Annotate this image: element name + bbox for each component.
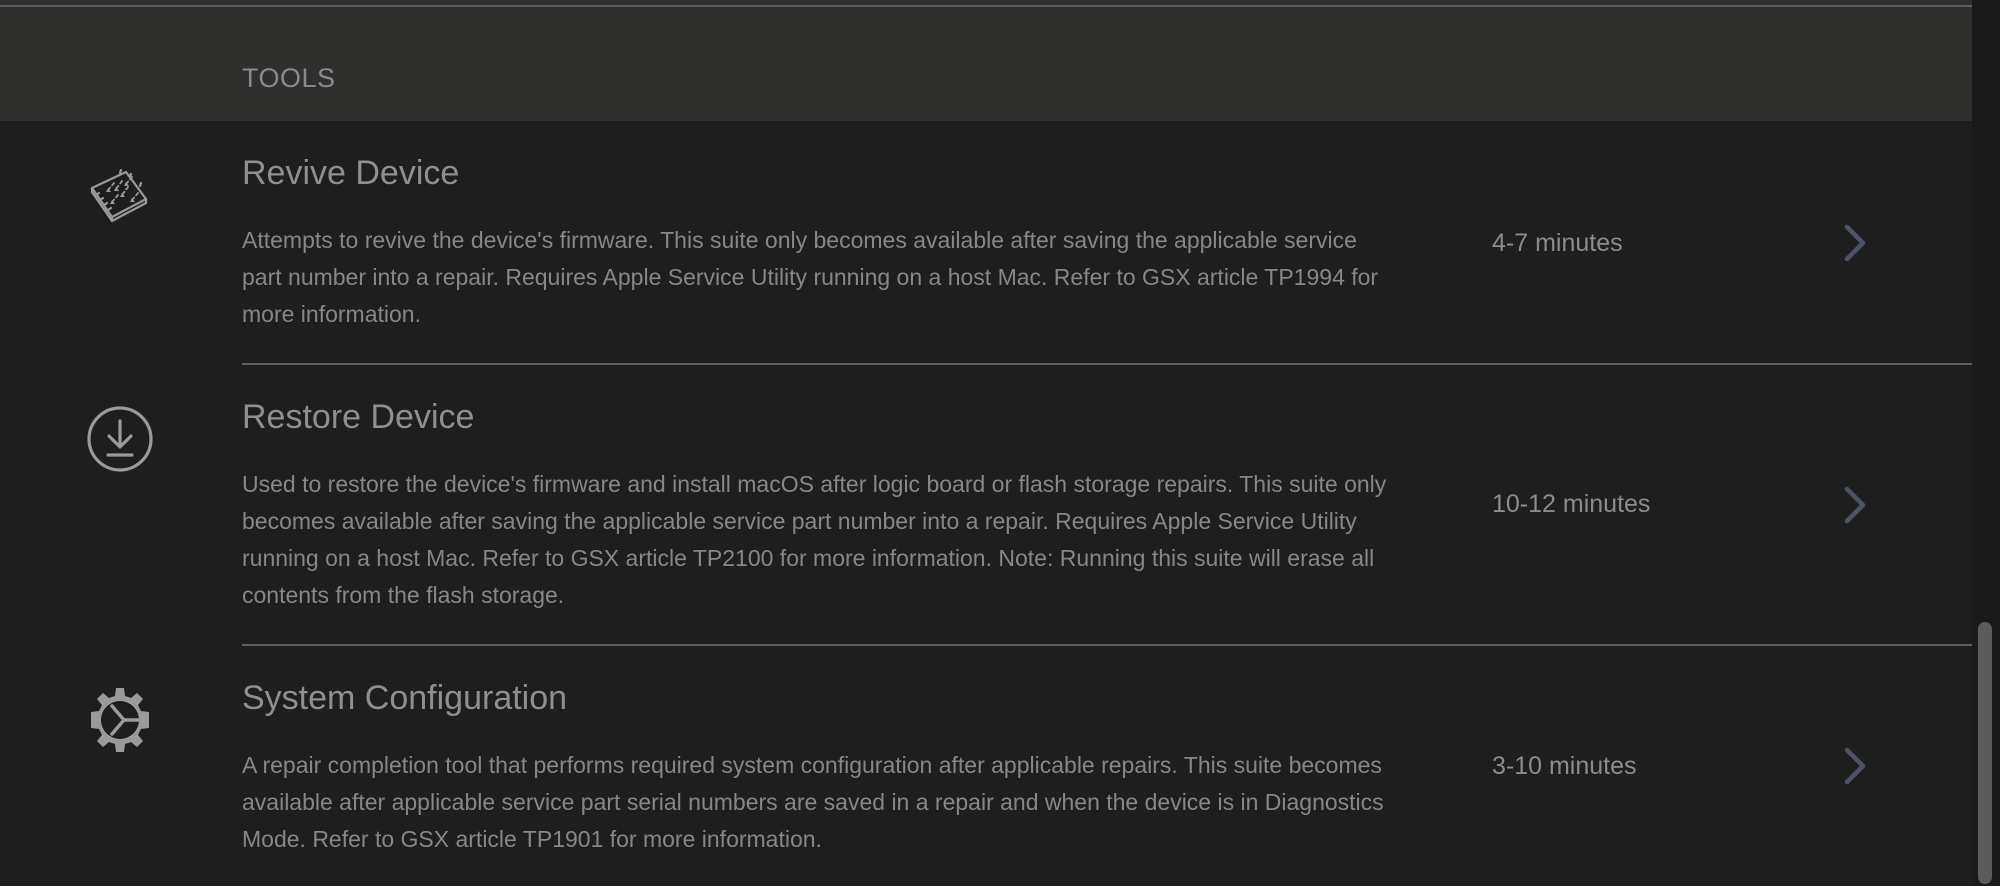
tool-description: Attempts to revive the device's firmware… (242, 227, 1379, 327)
tool-title: System Configuration (242, 679, 568, 717)
tool-row-system-configuration[interactable]: System Configuration A repair completion… (0, 646, 1972, 886)
tool-title: Revive Device (242, 154, 460, 192)
tool-duration: 4-7 minutes (1492, 229, 1623, 257)
chip-revive-icon (90, 168, 148, 223)
tool-title: Restore Device (242, 398, 475, 436)
download-circle-icon (87, 406, 153, 472)
top-divider (0, 5, 1972, 7)
tool-row-revive-device[interactable]: Revive Device Attempts to revive the dev… (0, 121, 1972, 365)
chevron-right-icon[interactable] (1840, 485, 1870, 525)
tool-duration: 10-12 minutes (1492, 490, 1651, 518)
scrollbar-thumb[interactable] (1978, 622, 1992, 884)
chevron-right-icon[interactable] (1840, 223, 1870, 263)
tool-description: Used to restore the device's firmware an… (242, 471, 1387, 608)
gear-icon (91, 688, 149, 752)
chevron-right-icon[interactable] (1840, 746, 1870, 786)
tool-duration: 3-10 minutes (1492, 752, 1637, 780)
tool-row-restore-device[interactable]: Restore Device Used to restore the devic… (0, 365, 1972, 646)
tools-section-header: TOOLS (0, 0, 1972, 121)
section-title: TOOLS (242, 63, 336, 93)
tool-description: A repair completion tool that performs r… (242, 752, 1384, 852)
tools-page: TOOLS Revive Device Attempts to revive t… (0, 0, 2000, 886)
tools-list: Revive Device Attempts to revive the dev… (0, 121, 1972, 886)
